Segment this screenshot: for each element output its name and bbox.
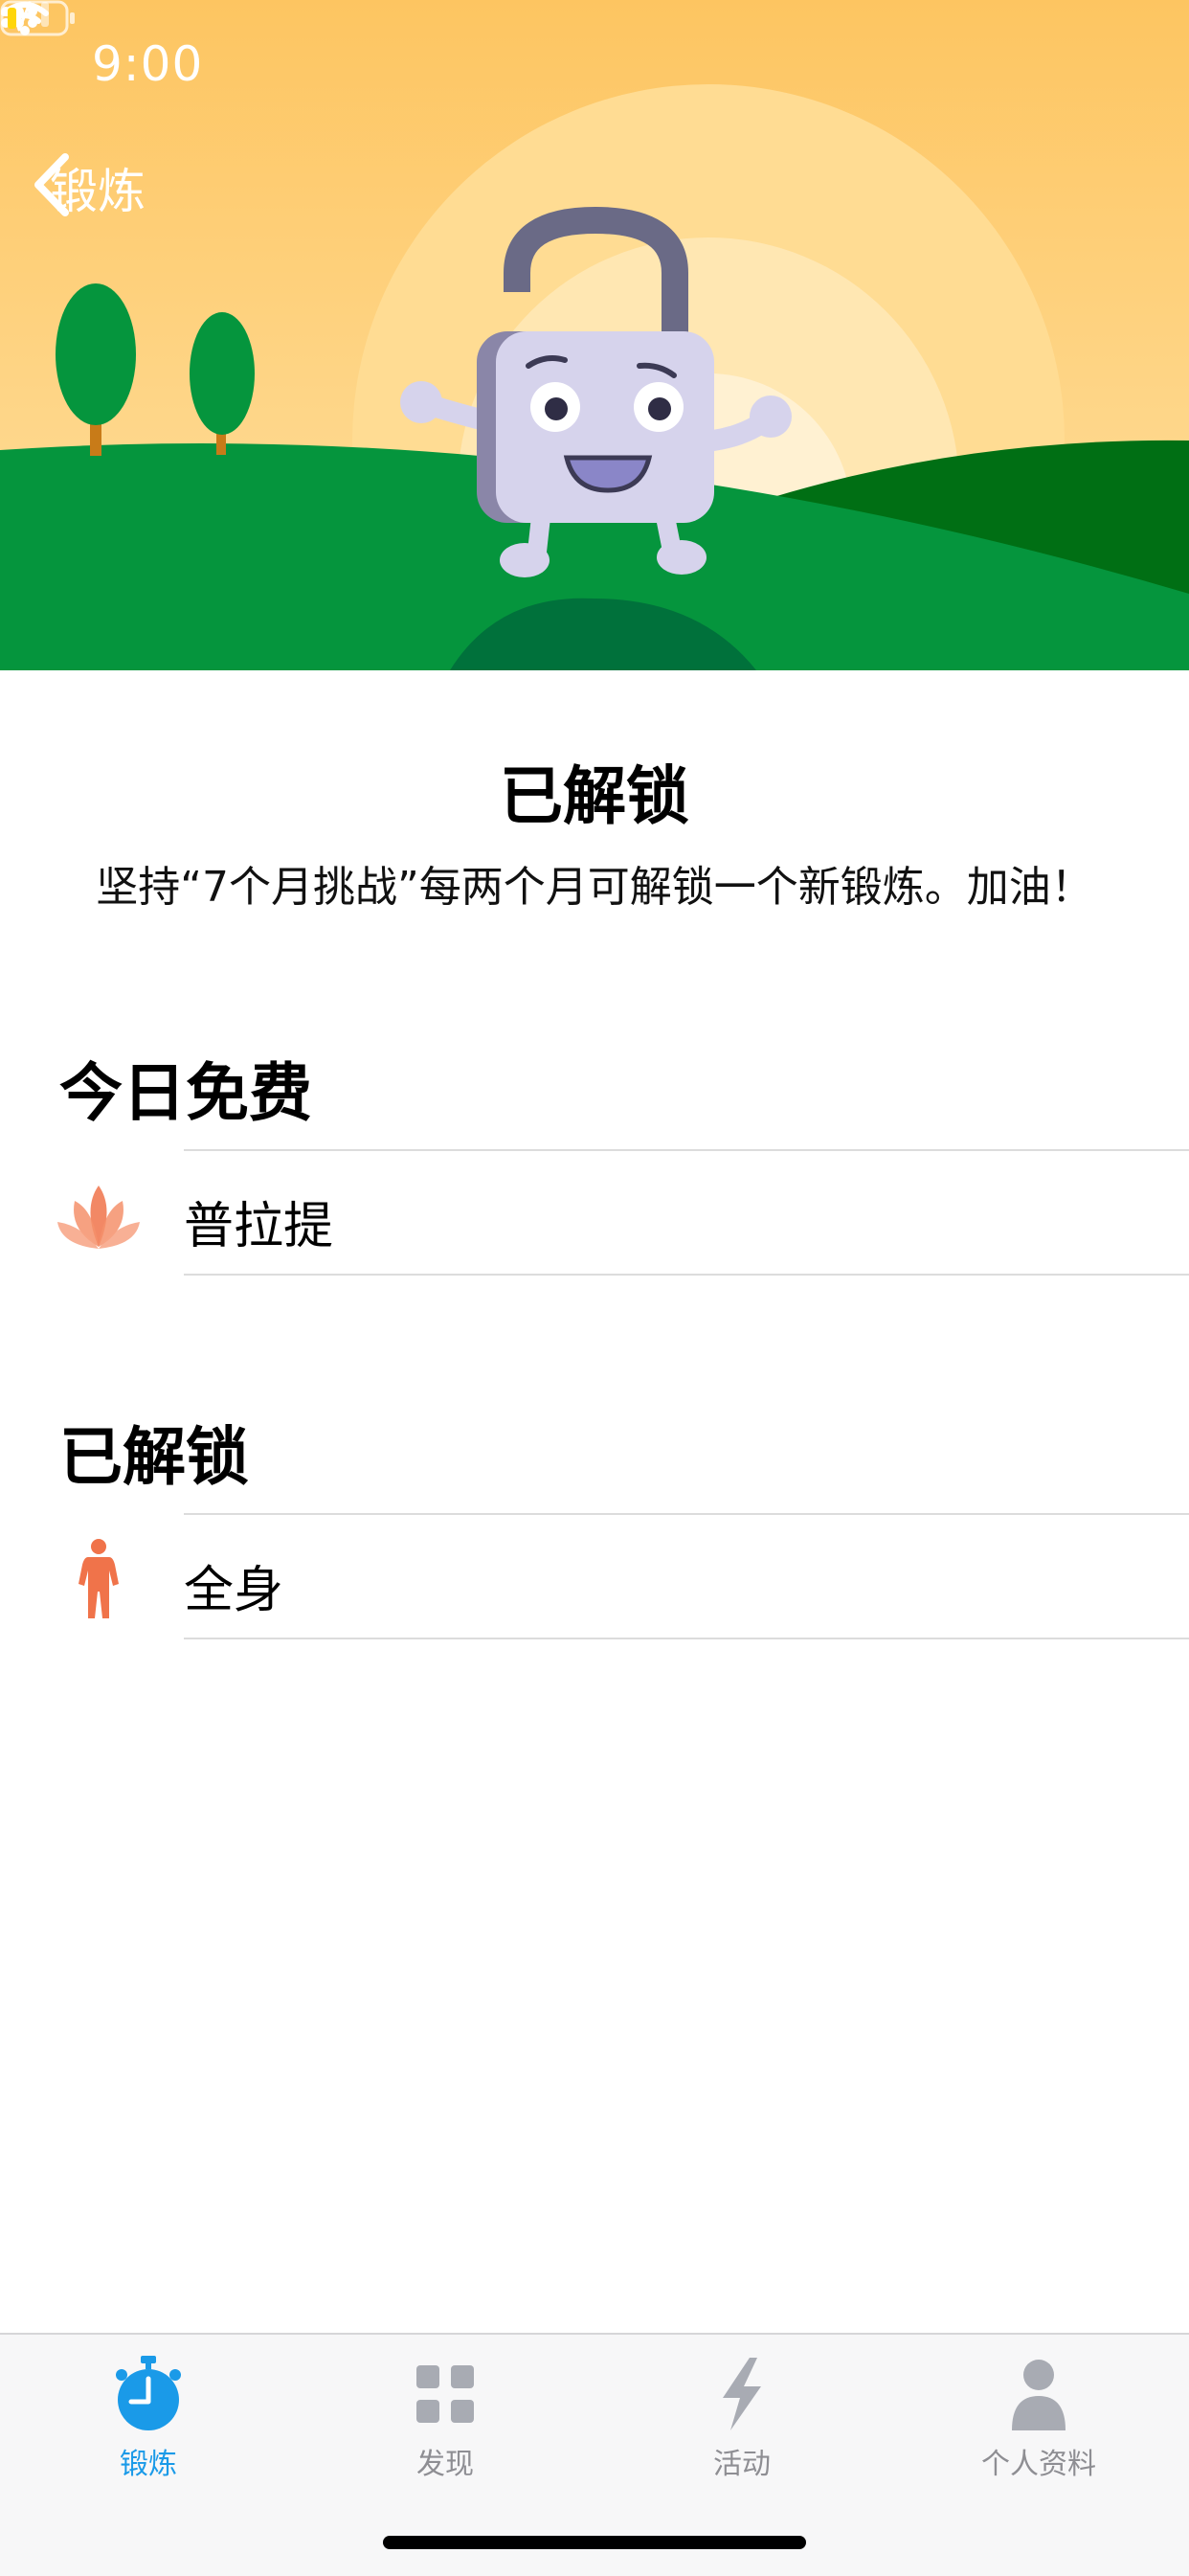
list-item-pilates[interactable]: 普拉提 bbox=[0, 1151, 1189, 1276]
list-item-full-body[interactable]: 全身 bbox=[0, 1515, 1189, 1639]
tab-workout[interactable]: 锻炼 bbox=[0, 2354, 297, 2497]
list-item-label: 全身 bbox=[184, 1562, 284, 1619]
lightning-icon bbox=[723, 2358, 761, 2430]
stopwatch-icon bbox=[116, 2356, 181, 2430]
grid-icon bbox=[416, 2365, 474, 2423]
battery-icon bbox=[0, 0, 75, 36]
section-title-unlocked: 已解锁 bbox=[59, 1420, 249, 1494]
divider bbox=[184, 1638, 1189, 1639]
tab-label: 个人资料 bbox=[981, 2448, 1096, 2481]
page-title: 已解锁 bbox=[500, 759, 689, 833]
tab-profile[interactable]: 个人资料 bbox=[890, 2354, 1187, 2497]
status-bar: 9:00 bbox=[0, 0, 1189, 126]
divider bbox=[184, 1274, 1189, 1276]
list-item-label: 普拉提 bbox=[184, 1198, 334, 1255]
tab-label: 发现 bbox=[416, 2448, 474, 2481]
person-icon bbox=[79, 1539, 119, 1618]
page-subtitle: 坚持“7个月挑战”每两个月可解锁一个新锻炼。加油！ bbox=[96, 863, 1093, 912]
hero-illustration: 9:00 锻炼 bbox=[0, 0, 1189, 670]
lotus-icon bbox=[57, 1186, 140, 1249]
section-title-free-today: 今日免费 bbox=[59, 1056, 312, 1130]
home-indicator[interactable] bbox=[383, 2536, 806, 2549]
status-time: 9:00 bbox=[92, 36, 204, 92]
tab-activity[interactable]: 活动 bbox=[594, 2354, 890, 2497]
back-button[interactable]: 锻炼 bbox=[33, 153, 146, 222]
tab-label: 锻炼 bbox=[120, 2448, 177, 2481]
tab-discover[interactable]: 发现 bbox=[297, 2354, 594, 2497]
chevron-left-icon bbox=[34, 153, 69, 216]
profile-icon bbox=[1012, 2360, 1066, 2430]
tab-label: 活动 bbox=[713, 2448, 771, 2481]
